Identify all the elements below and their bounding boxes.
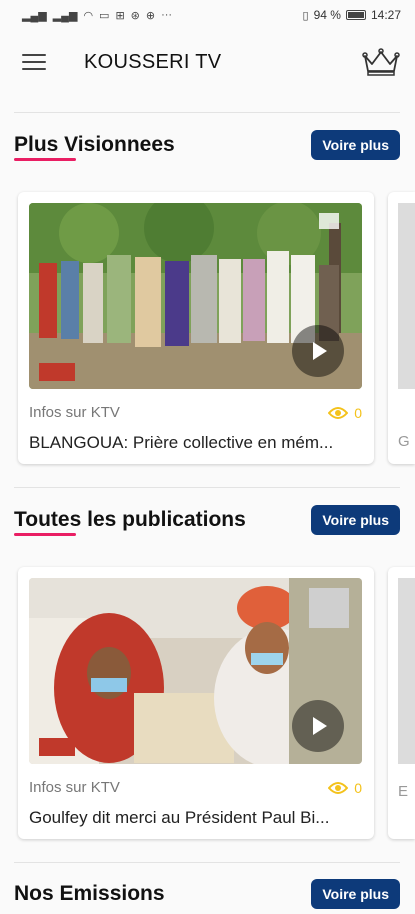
eye-icon <box>328 406 349 419</box>
vibrate-icon: ▯ <box>302 9 309 22</box>
divider <box>14 112 400 113</box>
clock: 14:27 <box>370 8 401 22</box>
app-icon-2: ⊕ <box>145 9 156 22</box>
card-meta: Infos sur KTV 0 <box>29 404 362 421</box>
divider <box>14 487 400 488</box>
section-title: Plus Visionnees <box>14 133 175 156</box>
next-card-caption: E <box>398 783 409 800</box>
next-card-thumbnail <box>398 578 415 764</box>
views-value: 0 <box>354 404 362 421</box>
status-bar: ▂▄▆ ▂▄▆ ◠ ▭ ⊞ ⊛ ⊕ ··· ▯ 94 % 14:27 <box>0 0 415 30</box>
more-notifications-icon: ··· <box>161 9 173 21</box>
app-icon: ⊛ <box>130 9 140 22</box>
section-title: Toutes les publications <box>14 508 246 531</box>
next-card-peek[interactable]: E <box>388 567 415 839</box>
views-count: 0 <box>328 780 362 796</box>
eye-icon <box>328 781 349 794</box>
card-caption: Goulfey dit merci au Président Paul Bi..… <box>29 808 330 827</box>
section-header-our-shows: Nos Emissions Voire plus <box>14 874 400 914</box>
signal-icon: ▂▄▆ <box>22 9 47 22</box>
status-icons-right: ▯ 94 % 14:27 <box>303 8 401 22</box>
crown-icon[interactable] <box>361 46 401 78</box>
cast-icon: ▭ <box>99 9 110 22</box>
video-card[interactable]: Infos sur KTV 0 BLANGOUA: Prière collect… <box>18 192 374 464</box>
signal-icon-2: ▂▄▆ <box>52 9 78 22</box>
views-value: 0 <box>354 779 362 796</box>
app-title: KOUSSERI TV <box>84 50 222 73</box>
see-more-button[interactable]: Voire plus <box>311 879 400 909</box>
see-more-button[interactable]: Voire plus <box>311 505 400 535</box>
card-caption: BLANGOUA: Prière collective en mém... <box>29 433 334 452</box>
next-card-thumbnail <box>398 203 415 389</box>
title-underline <box>14 533 76 536</box>
status-icons-left: ▂▄▆ ▂▄▆ ◠ ▭ ⊞ ⊛ ⊕ ··· <box>22 9 303 22</box>
play-icon[interactable] <box>292 325 344 377</box>
battery-percent: 94 % <box>313 8 341 22</box>
hamburger-icon[interactable] <box>20 51 48 73</box>
video-card[interactable]: Infos sur KTV 0 Goulfey dit merci au Pré… <box>18 567 374 839</box>
card-source: Infos sur KTV <box>29 779 120 796</box>
video-thumbnail[interactable] <box>29 203 362 389</box>
play-icon[interactable] <box>292 700 344 752</box>
see-more-button[interactable]: Voire plus <box>311 130 400 160</box>
next-card-caption: G <box>398 433 410 450</box>
card-meta: Infos sur KTV 0 <box>29 779 362 796</box>
notification-icon: ⊞ <box>115 9 125 22</box>
app-bar: KOUSSERI TV <box>0 30 415 94</box>
battery-icon <box>345 10 366 20</box>
views-count: 0 <box>328 405 362 421</box>
title-underline <box>14 158 76 161</box>
next-card-peek[interactable]: G <box>388 192 415 464</box>
card-source: Infos sur KTV <box>29 404 120 421</box>
wifi-icon: ◠ <box>83 9 94 22</box>
section-title: Nos Emissions <box>14 882 165 905</box>
video-thumbnail[interactable] <box>29 578 362 764</box>
divider <box>14 862 400 863</box>
